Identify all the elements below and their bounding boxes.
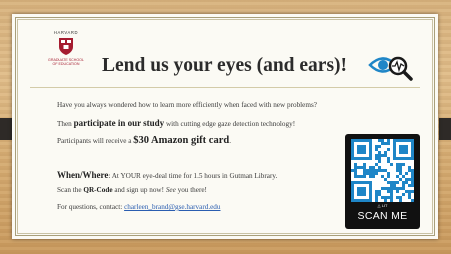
contact-line: For questions, contact: charleen_brand@g… — [57, 203, 221, 211]
reward-amount: $30 Amazon gift card — [133, 135, 230, 146]
logo-top-text: HARVARD — [53, 30, 79, 35]
ribbon-left — [0, 118, 12, 140]
qr-code[interactable] — [351, 139, 414, 202]
contact-email-link[interactable]: charleen_brand@gse.harvard.edu — [124, 203, 220, 211]
participate-suffix: with cutting edge gaze detection technol… — [164, 120, 296, 128]
lit-label: LIT — [381, 203, 388, 208]
scan-suffix: you there! — [175, 186, 207, 194]
intro-text: Have you always wondered how to learn mo… — [57, 101, 317, 109]
logo-line-2: OF EDUCATION — [52, 62, 80, 67]
eye-magnifier-icon — [368, 56, 413, 81]
ribbon-right — [439, 118, 451, 140]
headline: Lend us your eyes (and ears)! — [102, 55, 348, 76]
reward-suffix: . — [229, 137, 231, 145]
divider-line — [30, 87, 420, 88]
scan-mid: and sign up now! — [112, 186, 166, 194]
qr-code-pattern — [351, 139, 414, 202]
contact-prefix: For questions, contact: — [57, 203, 125, 211]
scan-prefix: Scan the — [57, 186, 84, 194]
reward-line: Participants will receive a $30 Amazon g… — [57, 135, 231, 146]
when-where-label: When/Where — [57, 170, 109, 180]
participate-line: Then participate in our study with cutti… — [57, 118, 295, 128]
lit-brand: △ LIT — [377, 203, 388, 208]
when-where-text: : At YOUR eye-deal time for 1.5 hours in… — [108, 172, 278, 180]
scan-line: Scan the QR-Code and sign up now! See yo… — [57, 186, 207, 194]
intro-line: Have you always wondered how to learn mo… — [57, 101, 317, 109]
logo-bottom-text: GRADUATE SCHOOL OF EDUCATION — [44, 58, 88, 66]
reward-prefix: Participants will receive a — [57, 137, 134, 145]
harvard-gse-logo: HARVARD GRADUATE SCHOOL OF EDUCATION — [44, 30, 88, 66]
scan-see: See — [165, 186, 176, 194]
when-where-line: When/Where: At YOUR eye-deal time for 1.… — [57, 170, 277, 180]
participate-bold: participate in our study — [73, 118, 165, 128]
shield-icon — [59, 38, 73, 55]
qr-code-box[interactable]: △ LIT SCAN ME — [345, 134, 420, 229]
participate-prefix: Then — [57, 120, 74, 128]
scan-qr-bold: QR-Code — [83, 186, 113, 194]
scan-me-label: SCAN ME — [357, 210, 408, 222]
